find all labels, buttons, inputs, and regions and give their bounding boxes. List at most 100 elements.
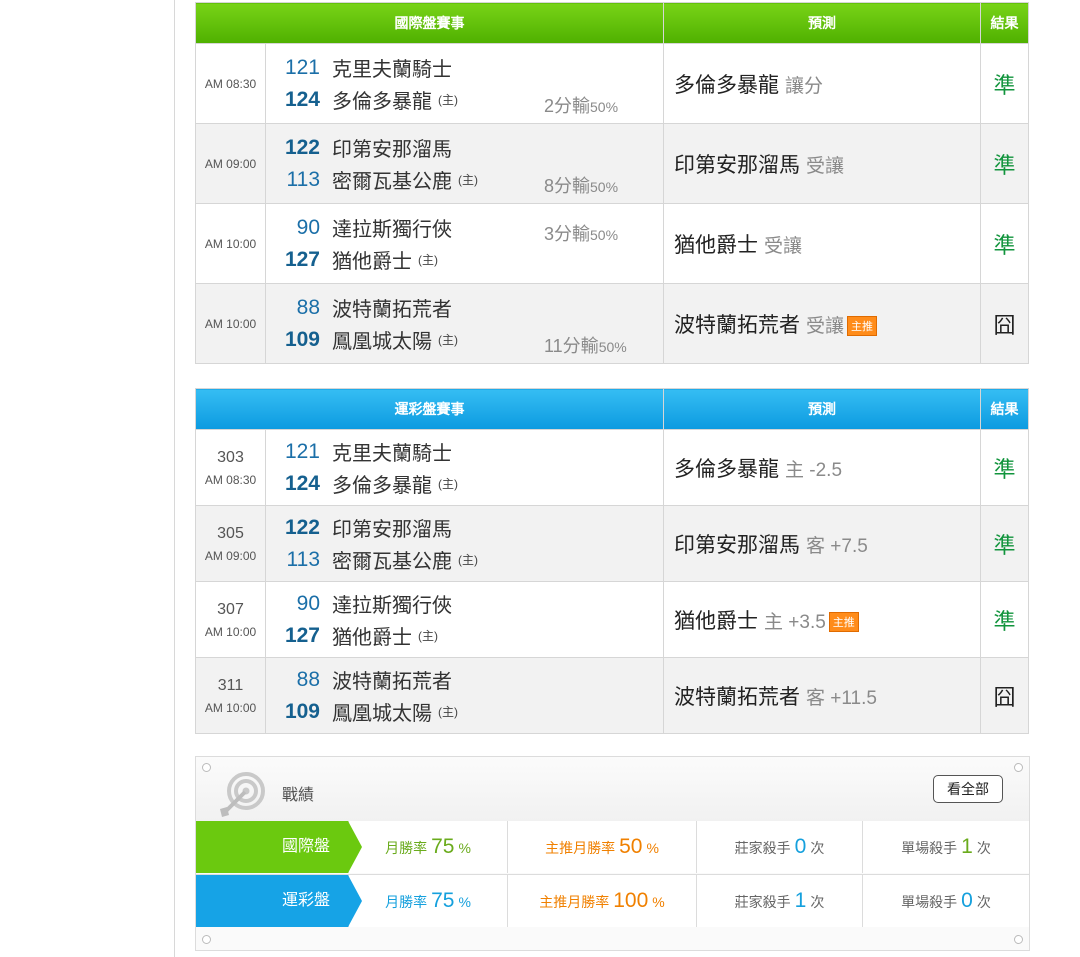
home-number: 124	[284, 87, 320, 111]
away-team: 90 達拉斯獨行俠	[266, 588, 663, 620]
handicap-line: 2分輸50%	[544, 92, 618, 118]
home-team: 127 猶他爵士 (主)	[266, 244, 663, 276]
table-row[interactable]: AM 10:00 90 達拉斯獨行俠 127 猶他爵士 (主) 3分輸50% 猶他爵士…	[195, 203, 1029, 284]
home-mark: (主)	[458, 553, 478, 567]
prediction: 多倫多暴龍主 -2.5	[663, 429, 981, 506]
pick-line: 客 +11.5	[806, 687, 877, 709]
times-unit: 次	[810, 894, 825, 910]
matchup: 121 克里夫蘭騎士 124 多倫多暴龍 (主)	[265, 429, 664, 506]
pick-type: 讓分	[785, 75, 824, 97]
home-team: 113 密爾瓦基公鹿 (主)	[266, 544, 663, 576]
matchup: 122 印第安那溜馬 113 密爾瓦基公鹿 (主)	[265, 505, 664, 582]
matchup: 90 達拉斯獨行俠 127 猶他爵士 (主) 3分輸50%	[265, 203, 664, 284]
handicap-text: 2分輸	[544, 96, 591, 116]
home-name[interactable]: 鳳凰城太陽	[332, 697, 432, 726]
intl-header-result: 結果	[980, 2, 1029, 44]
away-name[interactable]: 印第安那溜馬	[332, 513, 452, 542]
home-name[interactable]: 密爾瓦基公鹿	[332, 165, 452, 194]
single-value: 1	[961, 835, 973, 858]
pick-line: 主 +3.5	[764, 611, 826, 633]
handicap-percent: 50%	[590, 227, 619, 243]
label-arrow-shape	[196, 821, 362, 873]
result-badge: 準	[980, 43, 1029, 124]
away-number: 88	[296, 667, 320, 691]
lottery-header-row: 運彩盤賽事 預測 結果	[195, 388, 1029, 430]
handicap-text: 8分輸	[544, 176, 591, 196]
away-name[interactable]: 達拉斯獨行俠	[332, 589, 452, 618]
view-all-button[interactable]: 看全部	[933, 775, 1003, 803]
pick-team: 多倫多暴龍	[674, 457, 779, 481]
home-mark: (主)	[438, 333, 458, 347]
monthly-value: 75	[431, 835, 455, 858]
away-name[interactable]: 波特蘭拓荒者	[332, 665, 452, 694]
away-number: 88	[296, 295, 320, 319]
table-row[interactable]: 303 AM 08:30 121 克里夫蘭騎士 124 多倫多暴龍 (主) 多倫多暴龍主…	[195, 429, 1029, 506]
handicap-line: 11分輸50%	[544, 332, 627, 358]
away-name[interactable]: 克里夫蘭騎士	[332, 53, 452, 82]
table-row[interactable]: 305 AM 09:00 122 印第安那溜馬 113 密爾瓦基公鹿 (主) 印第安那溜…	[195, 505, 1029, 582]
home-name[interactable]: 密爾瓦基公鹿	[332, 545, 452, 574]
table-row[interactable]: AM 08:30 121 克里夫蘭騎士 124 多倫多暴龍 (主) 2分輸50% 多倫…	[195, 43, 1029, 124]
pick-team: 印第安那溜馬	[674, 153, 800, 177]
result-badge: 準	[980, 123, 1029, 204]
percent-sign: %	[652, 894, 665, 910]
pick-team: 猶他爵士	[674, 609, 758, 633]
single-game-killer: 單場殺手 0 次	[862, 875, 1029, 927]
home-mark: (主)	[458, 173, 478, 187]
intl-header-games: 國際盤賽事	[195, 2, 664, 44]
single-game-killer: 單場殺手 1 次	[862, 821, 1029, 873]
prediction: 波特蘭拓荒者 受讓 主推	[663, 283, 981, 364]
table-row[interactable]: AM 09:00 122 印第安那溜馬 113 密爾瓦基公鹿 (主) 8分輸50% 印…	[195, 123, 1029, 204]
record-label-intl: 國際盤	[196, 821, 362, 873]
lottery-header-prediction: 預測	[663, 388, 981, 430]
game-time-cell: 307 AM 10:00	[195, 581, 266, 658]
featured-label: 主推月勝率	[539, 894, 610, 910]
home-number: 109	[284, 327, 320, 351]
game-time: AM 09:00	[204, 548, 257, 563]
pick-type: 受讓	[806, 155, 845, 177]
table-row[interactable]: 311 AM 10:00 88 波特蘭拓荒者 109 鳳凰城太陽 (主) 波特蘭拓荒者客…	[195, 657, 1029, 734]
pick-line: 客 +7.5	[806, 535, 868, 557]
dealer-label: 莊家殺手	[734, 894, 791, 910]
away-name[interactable]: 克里夫蘭騎士	[332, 437, 452, 466]
home-mark: (主)	[438, 93, 458, 107]
away-name[interactable]: 達拉斯獨行俠	[332, 213, 452, 242]
away-name[interactable]: 波特蘭拓荒者	[332, 293, 452, 322]
table-row[interactable]: AM 10:00 88 波特蘭拓荒者 109 鳳凰城太陽 (主) 11分輸50% 波特…	[195, 283, 1029, 364]
handicap-percent: 50%	[590, 179, 619, 195]
prediction: 猶他爵士 受讓	[663, 203, 981, 284]
home-number: 127	[284, 623, 320, 647]
handicap-text: 11分輸	[544, 336, 599, 356]
single-label: 單場殺手	[901, 894, 958, 910]
home-name[interactable]: 猶他爵士	[332, 245, 412, 274]
prediction: 多倫多暴龍 讓分	[663, 43, 981, 124]
home-name[interactable]: 多倫多暴龍	[332, 85, 432, 114]
monthly-win-rate: 月勝率 75%	[348, 821, 507, 873]
result-badge: 準	[980, 203, 1029, 284]
home-name[interactable]: 猶他爵士	[332, 621, 412, 650]
away-name[interactable]: 印第安那溜馬	[332, 133, 452, 162]
dealer-value: 0	[794, 835, 807, 858]
table-row[interactable]: 307 AM 10:00 90 達拉斯獨行俠 127 猶他爵士 (主) 猶他爵士主 +3…	[195, 581, 1029, 658]
game-time-cell: 303 AM 08:30	[195, 429, 266, 506]
featured-value: 100	[613, 889, 649, 912]
home-name[interactable]: 多倫多暴龍	[332, 469, 432, 498]
home-mark: (主)	[438, 705, 458, 719]
handicap-text: 3分輸	[544, 224, 591, 244]
times-unit: 次	[976, 894, 991, 910]
lottery-games-table: 運彩盤賽事 預測 結果 303 AM 08:30 121 克里夫蘭騎士 124 多倫多…	[195, 388, 1029, 734]
game-time: AM 10:00	[204, 624, 257, 639]
result-badge: 準	[980, 429, 1029, 506]
record-label-lottery: 運彩盤	[196, 875, 362, 927]
record-label-text: 運彩盤	[281, 892, 330, 909]
home-team: 109 鳳凰城太陽 (主)	[266, 696, 663, 728]
pick-team: 印第安那溜馬	[674, 533, 800, 557]
corner-rivet	[1014, 935, 1023, 944]
featured-label: 主推月勝率	[545, 840, 616, 856]
featured-win-rate: 主推月勝率 50%	[507, 821, 696, 873]
dealer-killer: 莊家殺手 0 次	[696, 821, 862, 873]
pick-team: 多倫多暴龍	[674, 73, 779, 97]
home-name[interactable]: 鳳凰城太陽	[332, 325, 432, 354]
label-arrow-shape	[196, 875, 362, 927]
game-time-cell: 305 AM 09:00	[195, 505, 266, 582]
